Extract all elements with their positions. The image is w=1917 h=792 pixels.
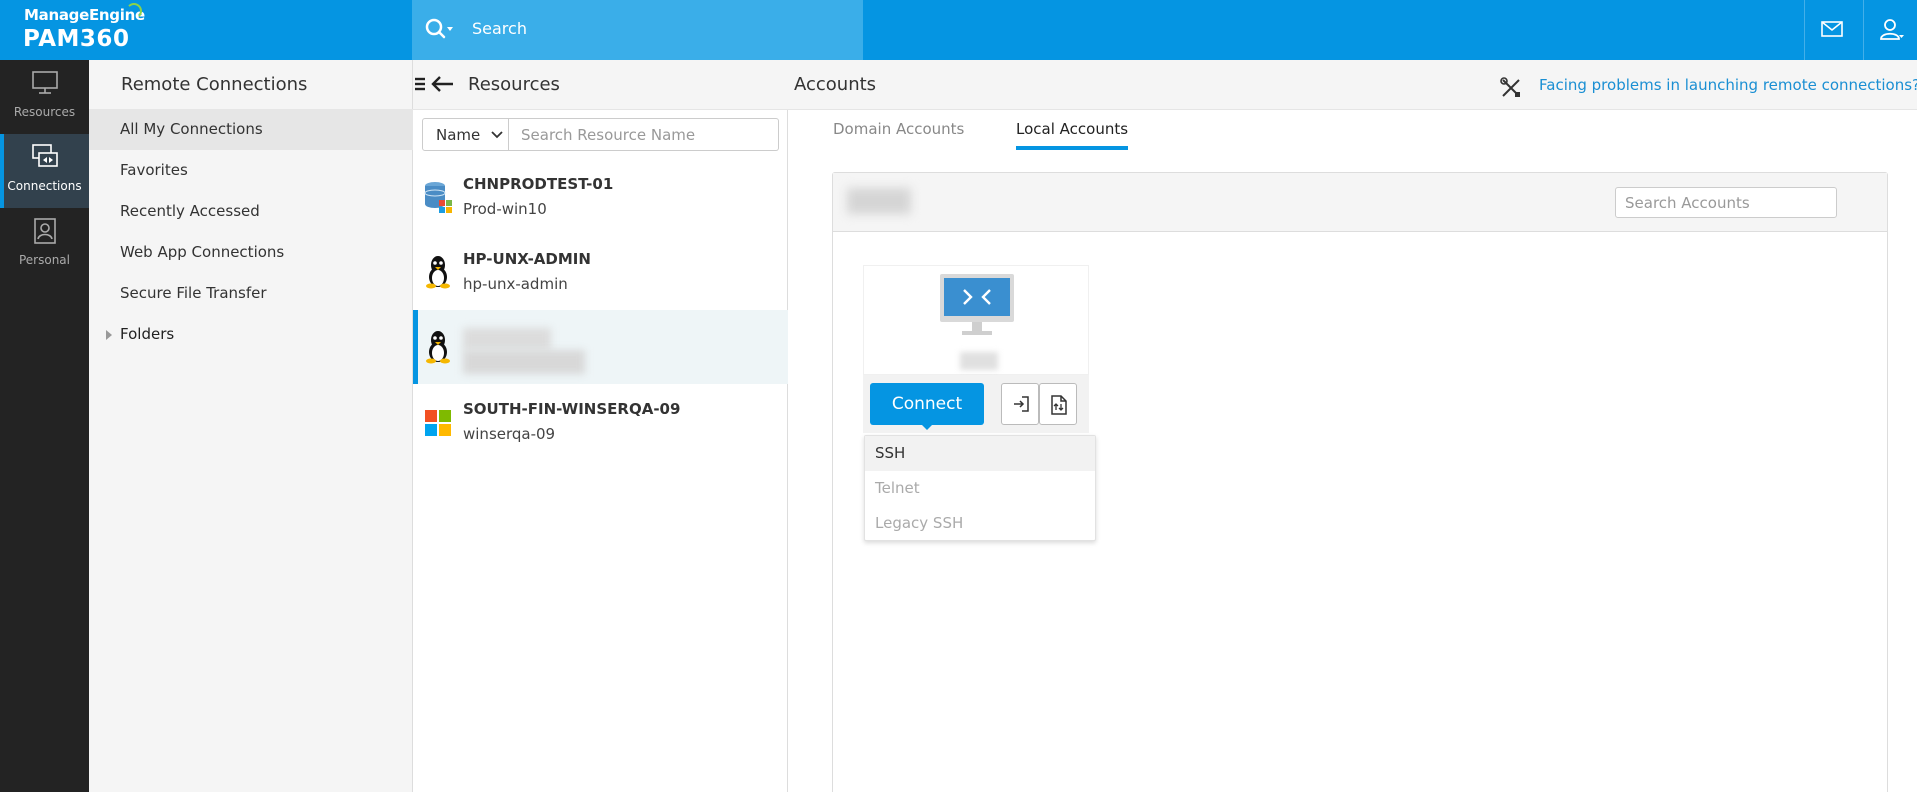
personal-icon <box>34 218 56 244</box>
search-icon[interactable] <box>424 16 456 44</box>
nav-label: Secure File Transfer <box>120 284 267 302</box>
rail-item-connections[interactable]: Connections <box>0 134 89 208</box>
redacted-resource-name <box>463 328 551 350</box>
resource-row-selected[interactable] <box>413 310 788 384</box>
rail-item-personal[interactable]: Personal <box>0 208 89 282</box>
monitor-icon <box>32 71 58 94</box>
connections-icon <box>32 144 58 167</box>
nav-label: Recently Accessed <box>120 202 260 220</box>
nav-label: All My Connections <box>120 120 263 138</box>
top-bar: ManageEngine PAM360 Search <box>0 0 1917 60</box>
logo-swirl-icon <box>126 3 142 19</box>
resources-header: Resources <box>413 60 788 110</box>
resource-filter-value: Name <box>436 126 481 144</box>
accounts-container: Connect SSH Telnet Legacy SSH <box>832 172 1888 792</box>
brand-logo[interactable]: ManageEngine PAM360 <box>0 0 412 60</box>
file-transfer-button[interactable] <box>1039 383 1077 425</box>
expand-caret-icon[interactable] <box>106 330 112 340</box>
resource-filter-select[interactable]: Name <box>422 118 509 151</box>
nav-item-web-app-connections[interactable]: Web App Connections <box>89 232 413 273</box>
resource-subtitle: winserqa-09 <box>463 425 556 443</box>
accounts-title: Accounts <box>794 74 877 95</box>
sign-in-icon <box>1014 396 1029 412</box>
tools-icon <box>1500 77 1520 97</box>
redacted-account-name <box>960 352 998 370</box>
brand-product: PAM360 <box>23 26 130 52</box>
chevron-down-icon <box>491 131 503 139</box>
resources-title: Resources <box>468 74 560 95</box>
remote-connections-panel: Remote Connections All My Connections Fa… <box>89 60 413 792</box>
protocol-dropdown: SSH Telnet Legacy SSH <box>864 435 1096 541</box>
rail-item-resources[interactable]: Resources <box>0 60 89 134</box>
resource-name: CHNPRODTEST-01 <box>463 175 614 193</box>
account-search-input[interactable] <box>1615 187 1837 218</box>
remote-connection-help-link[interactable]: Facing problems in launching remote conn… <box>1539 76 1917 94</box>
account-card[interactable] <box>863 265 1089 375</box>
linux-icon <box>426 256 450 289</box>
rail-label-resources: Resources <box>13 105 76 119</box>
protocol-label: Telnet <box>875 479 920 497</box>
resource-row[interactable]: CHNPRODTEST-01 Prod-win10 <box>413 160 788 234</box>
linux-icon <box>426 331 450 364</box>
collapse-panel-icon[interactable] <box>413 74 457 96</box>
file-transfer-icon <box>1051 395 1067 415</box>
redacted-resource-subtitle <box>463 350 585 374</box>
windows-icon <box>425 410 451 436</box>
nav-label: Web App Connections <box>120 243 285 261</box>
protocol-label: SSH <box>875 444 906 462</box>
mail-button[interactable] <box>1804 0 1858 60</box>
remote-desktop-icon <box>940 274 1014 335</box>
nav-label: Favorites <box>120 161 188 179</box>
nav-item-all-my-connections[interactable]: All My Connections <box>89 109 413 150</box>
tab-domain-accounts[interactable]: Domain Accounts <box>833 120 964 138</box>
redacted-resource-label <box>847 188 911 214</box>
user-menu-button[interactable] <box>1863 0 1917 60</box>
protocol-option-telnet[interactable]: Telnet <box>865 471 1095 506</box>
nav-item-folders[interactable]: Folders <box>89 314 413 355</box>
nav-item-secure-file-transfer[interactable]: Secure File Transfer <box>89 273 413 314</box>
global-search-placeholder[interactable]: Search <box>472 19 527 38</box>
user-icon <box>1880 19 1904 40</box>
protocol-option-legacy-ssh[interactable]: Legacy SSH <box>865 506 1095 541</box>
remote-connections-title: Remote Connections <box>121 74 308 95</box>
nav-item-favorites[interactable]: Favorites <box>89 150 413 191</box>
resources-panel: Resources Name CHNPRODTEST-01 Prod-win10… <box>413 60 788 792</box>
nav-item-recently-accessed[interactable]: Recently Accessed <box>89 191 413 232</box>
resource-name: SOUTH-FIN-WINSERQA-09 <box>463 400 681 418</box>
active-tab-indicator <box>1016 146 1128 150</box>
left-rail: Resources Connections Personal <box>0 60 89 792</box>
rail-label-personal: Personal <box>18 253 70 267</box>
resource-subtitle: Prod-win10 <box>463 200 547 218</box>
global-search[interactable]: Search <box>412 0 863 60</box>
resource-subtitle: hp-unx-admin <box>463 275 568 293</box>
database-icon <box>424 182 452 213</box>
mail-icon <box>1821 21 1843 37</box>
resource-row[interactable]: SOUTH-FIN-WINSERQA-09 winserqa-09 <box>413 385 788 459</box>
accounts-container-header <box>833 173 1887 232</box>
resource-row[interactable]: HP-UNX-ADMIN hp-unx-admin <box>413 235 788 309</box>
connect-button[interactable]: Connect <box>870 383 984 430</box>
rail-label-connections: Connections <box>7 179 82 193</box>
resource-search-input[interactable] <box>509 118 779 151</box>
nav-label: Folders <box>120 325 175 343</box>
tab-local-accounts[interactable]: Local Accounts <box>1016 120 1128 138</box>
accounts-panel: Accounts Facing problems in launching re… <box>788 60 1917 792</box>
protocol-label: Legacy SSH <box>875 514 964 532</box>
resource-name: HP-UNX-ADMIN <box>463 250 591 268</box>
accounts-header: Accounts Facing problems in launching re… <box>788 60 1917 110</box>
protocol-option-ssh[interactable]: SSH <box>865 436 1095 471</box>
login-button[interactable] <box>1001 383 1039 425</box>
